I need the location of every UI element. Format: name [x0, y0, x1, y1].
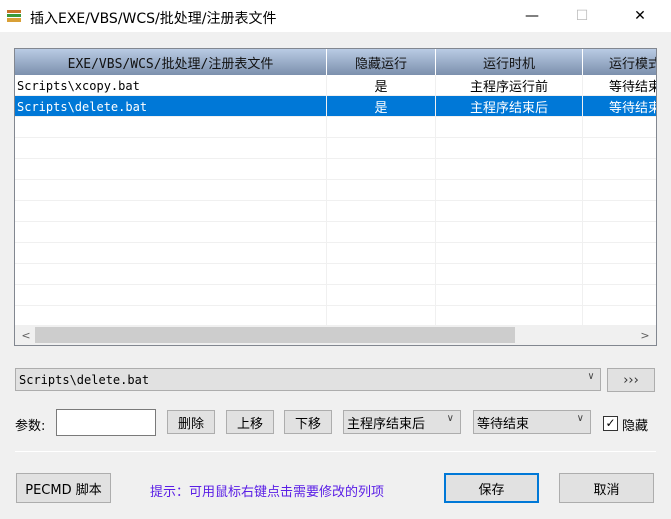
table-row-selected[interactable]: Scripts\delete.bat 是 主程序结束后 等待结束: [15, 96, 656, 117]
hide-checkbox-label[interactable]: 隐藏: [622, 415, 648, 434]
cell-timing: 主程序运行前: [436, 75, 583, 96]
empty-cell: [583, 306, 656, 327]
file-list[interactable]: EXE/VBS/WCS/批处理/注册表文件 隐藏运行 运行时机 运行模式 Scr…: [14, 48, 657, 346]
maximize-button[interactable]: ☐: [559, 0, 605, 32]
empty-cell: [15, 180, 327, 201]
list-header: EXE/VBS/WCS/批处理/注册表文件 隐藏运行 运行时机 运行模式: [15, 49, 656, 75]
empty-row: [15, 222, 656, 243]
empty-cell: [327, 180, 436, 201]
column-header-hidden[interactable]: 隐藏运行: [327, 49, 436, 75]
empty-cell: [436, 222, 583, 243]
hide-checkbox[interactable]: ✓: [603, 416, 618, 431]
empty-row: [15, 180, 656, 201]
close-button[interactable]: ✕: [617, 0, 663, 32]
empty-row: [15, 138, 656, 159]
empty-cell: [436, 138, 583, 159]
empty-cell: [436, 243, 583, 264]
params-input[interactable]: [56, 409, 156, 436]
empty-cell: [583, 264, 656, 285]
empty-cell: [436, 264, 583, 285]
empty-cell: [15, 243, 327, 264]
empty-cell: [583, 180, 656, 201]
app-icon: [7, 10, 21, 22]
empty-row: [15, 201, 656, 222]
title-bar: 插入EXE/VBS/WCS/批处理/注册表文件 — ☐ ✕: [0, 0, 671, 32]
chevron-down-icon: ∨: [446, 413, 454, 424]
empty-cell: [583, 222, 656, 243]
hint-text: 提示：可用鼠标右键点击需要修改的列项: [150, 485, 385, 500]
pecmd-script-button[interactable]: PECMD 脚本: [16, 473, 111, 503]
column-header-timing[interactable]: 运行时机: [436, 49, 583, 75]
empty-row: [15, 264, 656, 285]
empty-cell: [327, 264, 436, 285]
minimize-button[interactable]: —: [509, 0, 555, 32]
empty-cell: [15, 117, 327, 138]
empty-cell: [327, 222, 436, 243]
empty-cell: [15, 222, 327, 243]
empty-row: [15, 243, 656, 264]
empty-row: [15, 117, 656, 138]
scroll-right-icon[interactable]: >: [636, 325, 654, 345]
browse-button[interactable]: ›››: [607, 368, 655, 392]
empty-cell: [327, 117, 436, 138]
empty-row: [15, 285, 656, 306]
mode-combo-value: 等待结束: [477, 416, 530, 432]
scroll-thumb[interactable]: [35, 327, 515, 343]
timing-combo-value: 主程序结束后: [347, 416, 426, 432]
file-combo[interactable]: Scripts\delete.bat ∨: [15, 368, 601, 391]
move-up-button[interactable]: 上移: [226, 410, 274, 434]
delete-button[interactable]: 删除: [167, 410, 215, 434]
cell-mode: 等待结束: [583, 75, 656, 96]
empty-cell: [583, 243, 656, 264]
empty-cell: [15, 306, 327, 327]
empty-cell: [583, 159, 656, 180]
empty-cell: [327, 243, 436, 264]
cell-mode: 等待结束: [583, 96, 656, 117]
column-header-file[interactable]: EXE/VBS/WCS/批处理/注册表文件: [15, 49, 327, 75]
empty-cell: [436, 306, 583, 327]
empty-cell: [327, 306, 436, 327]
cancel-button[interactable]: 取消: [559, 473, 654, 503]
window-title: 插入EXE/VBS/WCS/批处理/注册表文件: [30, 11, 277, 27]
empty-cell: [15, 285, 327, 306]
empty-cell: [583, 285, 656, 306]
empty-cell: [15, 264, 327, 285]
empty-cell: [327, 138, 436, 159]
empty-cell: [583, 117, 656, 138]
divider: [15, 451, 656, 452]
scroll-left-icon[interactable]: <: [17, 325, 35, 345]
cell-timing: 主程序结束后: [436, 96, 583, 117]
empty-cell: [327, 201, 436, 222]
empty-cell: [583, 201, 656, 222]
cell-file: Scripts\xcopy.bat: [15, 75, 327, 96]
cell-file: Scripts\delete.bat: [15, 96, 327, 117]
empty-cell: [327, 285, 436, 306]
file-combo-value: Scripts\delete.bat: [19, 372, 150, 387]
table-row[interactable]: Scripts\xcopy.bat 是 主程序运行前 等待结束: [15, 75, 656, 96]
move-down-button[interactable]: 下移: [284, 410, 332, 434]
save-button[interactable]: 保存: [444, 473, 539, 503]
empty-row: [15, 159, 656, 180]
params-label: 参数:: [15, 419, 46, 434]
horizontal-scrollbar[interactable]: < >: [15, 325, 656, 345]
empty-cell: [436, 159, 583, 180]
empty-cell: [583, 138, 656, 159]
empty-cell: [15, 201, 327, 222]
mode-combo[interactable]: 等待结束 ∨: [473, 410, 591, 434]
empty-cell: [15, 159, 327, 180]
empty-cell: [436, 285, 583, 306]
cell-hidden: 是: [327, 75, 436, 96]
empty-cell: [327, 159, 436, 180]
empty-cell: [436, 117, 583, 138]
empty-row: [15, 306, 656, 327]
chevron-down-icon: ∨: [576, 413, 584, 424]
empty-cell: [15, 138, 327, 159]
cell-hidden: 是: [327, 96, 436, 117]
empty-cell: [436, 180, 583, 201]
timing-combo[interactable]: 主程序结束后 ∨: [343, 410, 461, 434]
column-header-mode[interactable]: 运行模式: [583, 49, 656, 75]
empty-cell: [436, 201, 583, 222]
chevron-down-icon: ∨: [587, 371, 594, 382]
